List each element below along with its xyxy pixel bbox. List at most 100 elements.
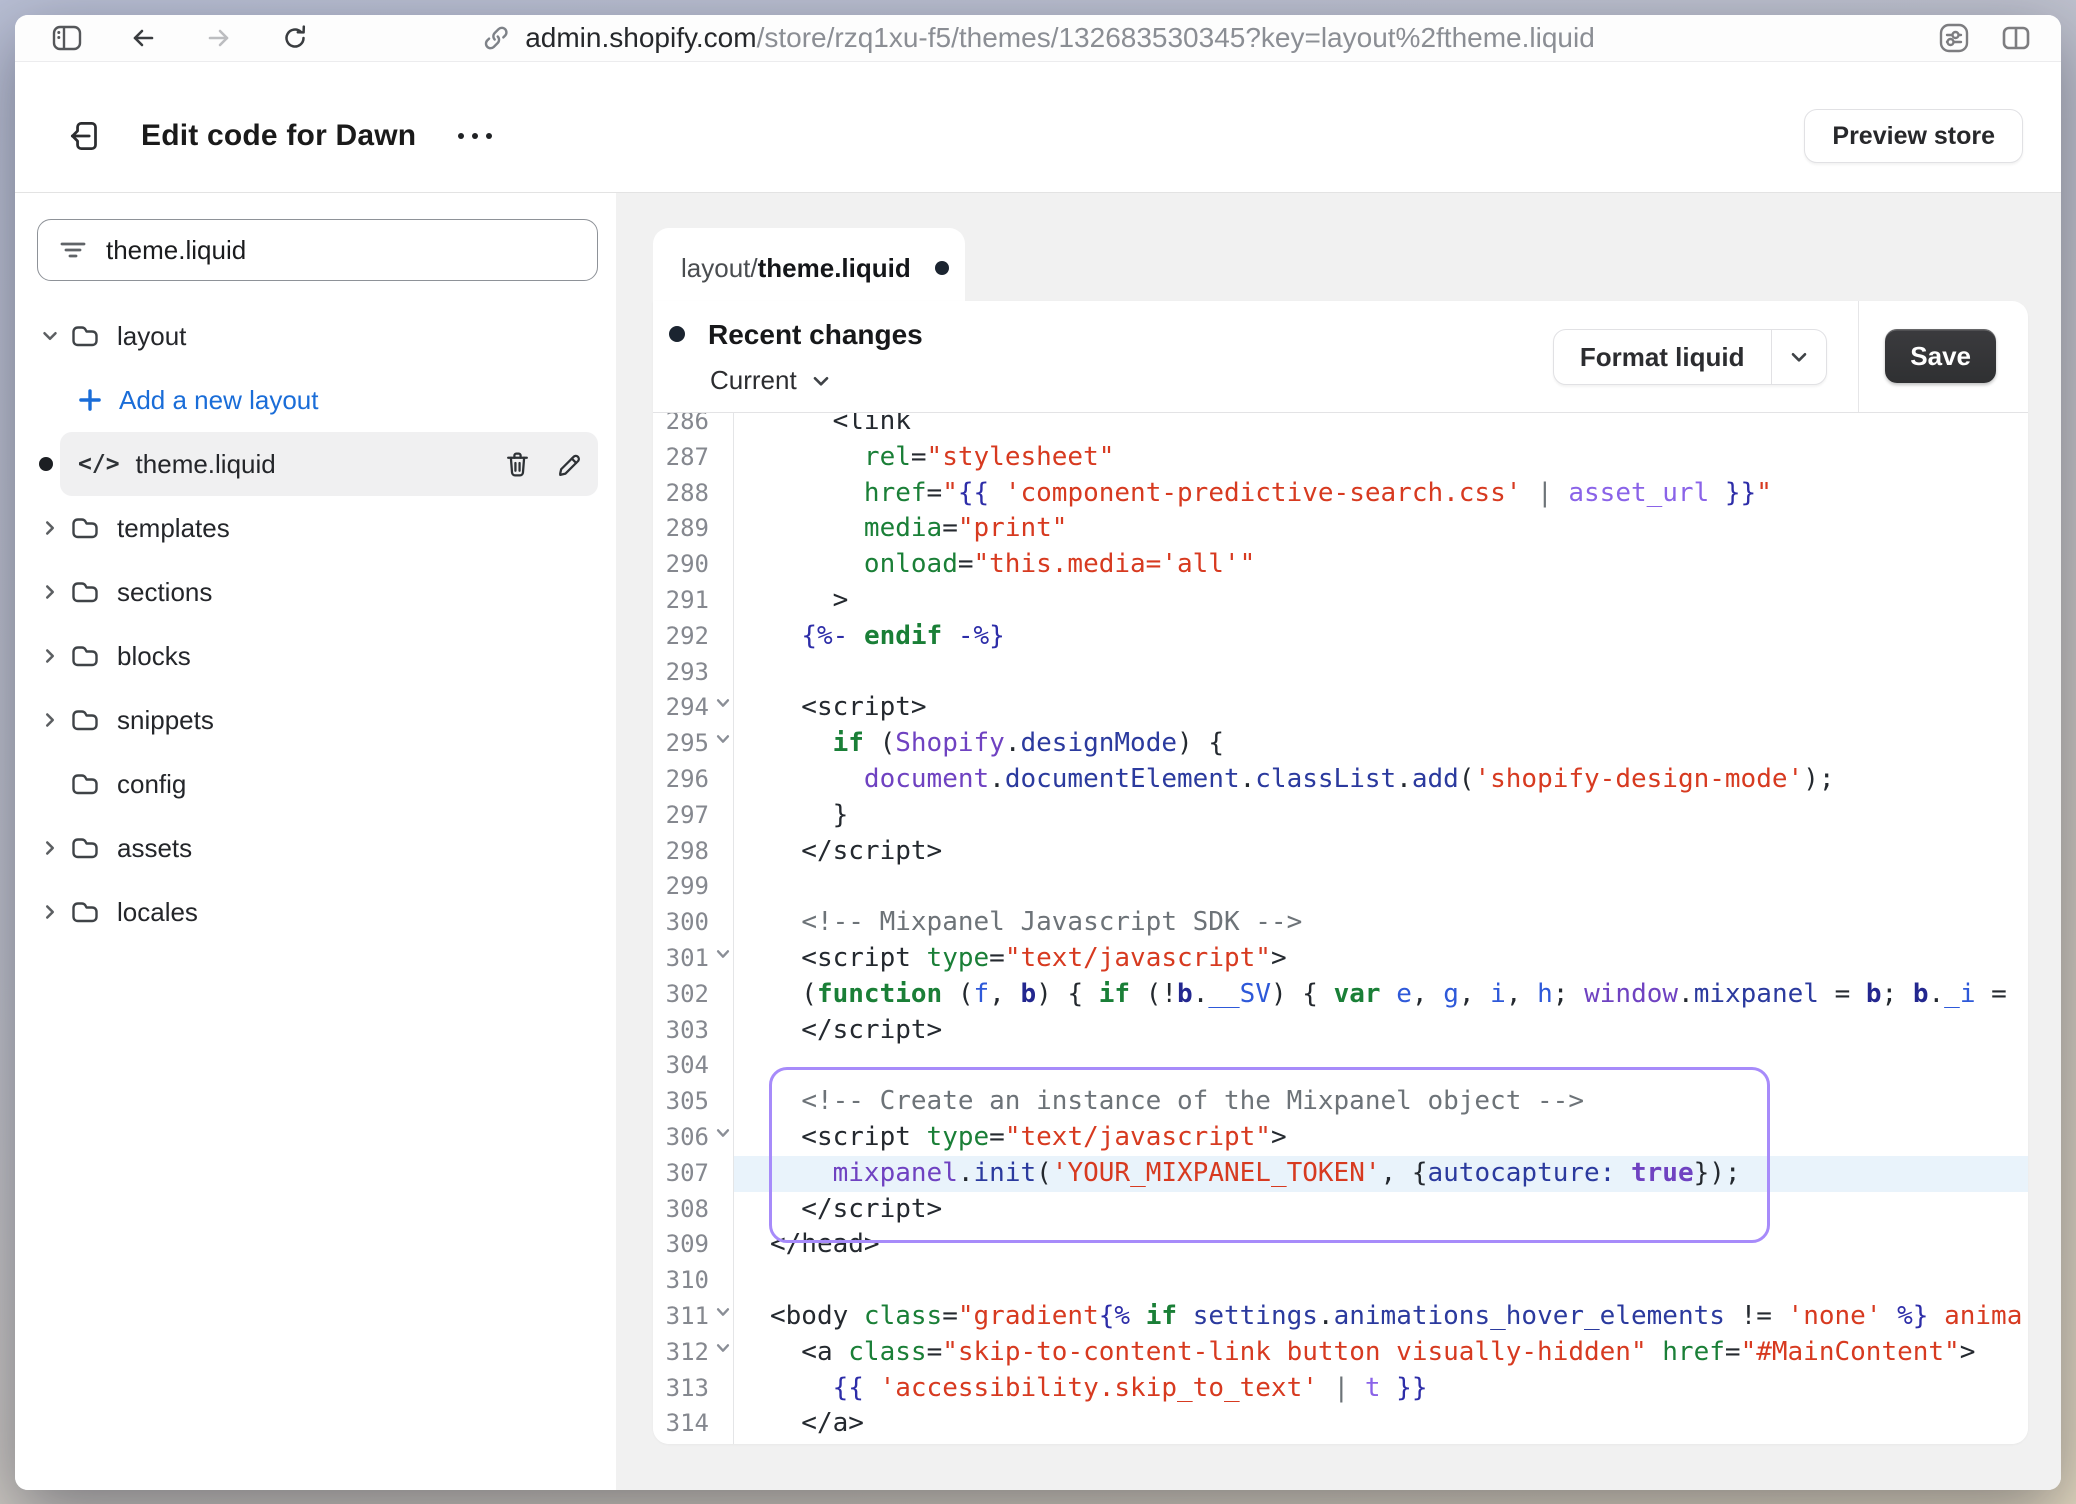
code-line-content[interactable]: (function (f, b) { if (!b.__SV) { var e,… — [733, 977, 2028, 1013]
code-line-295: 295 if (Shopify.designMode) { — [653, 726, 2028, 762]
code-line-content[interactable]: </script> — [733, 1013, 2028, 1049]
code-line-291: 291 > — [653, 583, 2028, 619]
sidebar-item-config[interactable]: config — [15, 752, 616, 816]
code-line-content[interactable]: <body class="gradient{% if settings.anim… — [733, 1299, 2028, 1335]
address-bar[interactable]: admin.shopify.com/store/rzq1xu-f5/themes… — [481, 15, 1595, 61]
code-line-content[interactable]: if (Shopify.designMode) { — [733, 726, 2028, 762]
forward-icon[interactable] — [203, 22, 235, 54]
url-text: admin.shopify.com/store/rzq1xu-f5/themes… — [525, 22, 1595, 54]
line-number: 304 — [666, 1048, 709, 1084]
code-line-314: 314 </a> — [653, 1406, 2028, 1442]
code-line-content[interactable]: </a> — [733, 1406, 2028, 1442]
line-number: 289 — [666, 511, 709, 547]
delete-icon[interactable] — [502, 449, 533, 480]
line-number: 308 — [666, 1192, 709, 1228]
fold-toggle-icon[interactable] — [712, 1339, 734, 1357]
changes-indicator-dot — [669, 326, 685, 342]
code-line-content[interactable] — [733, 655, 2028, 691]
code-line-288: 288 href="{{ 'component-predictive-searc… — [653, 476, 2028, 512]
fold-toggle-icon[interactable] — [712, 730, 734, 748]
code-line-content[interactable] — [733, 1263, 2028, 1299]
file-filter-input[interactable] — [104, 234, 548, 267]
code-line-content[interactable]: <script type="text/javascript"> — [733, 1120, 2028, 1156]
plus-icon — [77, 387, 103, 413]
code-line-content[interactable]: {{ 'accessibility.skip_to_text' | t }} — [733, 1371, 2028, 1407]
back-icon[interactable] — [127, 22, 159, 54]
folder-icon — [69, 768, 101, 800]
sidebar-item-sections[interactable]: sections — [15, 560, 616, 624]
version-selector[interactable]: Current — [710, 365, 833, 396]
code-line-content[interactable]: rel="stylesheet" — [733, 440, 2028, 476]
code-editor[interactable]: 286 <link287 rel="stylesheet"288 href="{… — [653, 413, 2028, 1444]
code-line-298: 298 </script> — [653, 834, 2028, 870]
browser-toolbar: admin.shopify.com/store/rzq1xu-f5/themes… — [15, 15, 2061, 62]
code-line-content[interactable]: href="{{ 'component-predictive-search.cs… — [733, 476, 2028, 512]
code-line-content[interactable]: {%- endif -%} — [733, 619, 2028, 655]
code-line-content[interactable]: </script> — [733, 834, 2028, 870]
exit-icon[interactable] — [67, 117, 105, 155]
code-line-content[interactable]: mixpanel.init('YOUR_MIXPANEL_TOKEN', {au… — [733, 1156, 2028, 1192]
file-filter-box[interactable] — [37, 219, 598, 281]
code-line-296: 296 document.documentElement.classList.a… — [653, 762, 2028, 798]
code-line-content[interactable]: </script> — [733, 1192, 2028, 1228]
code-line-content[interactable]: </head> — [733, 1227, 2028, 1263]
chevron-down-icon — [1787, 345, 1811, 369]
tab-theme-liquid[interactable]: layout/theme.liquid — [653, 228, 965, 308]
split-view-icon[interactable] — [1999, 21, 2033, 55]
browser-window: admin.shopify.com/store/rzq1xu-f5/themes… — [15, 15, 2061, 1490]
current-file-dot — [39, 457, 53, 471]
file-item-theme-liquid[interactable]: </> theme.liquid — [60, 432, 598, 496]
action-add-a-new-layout[interactable]: Add a new layout — [15, 368, 616, 432]
code-line-content[interactable]: <script type="text/javascript"> — [733, 941, 2028, 977]
sidebar-item-locales[interactable]: locales — [15, 880, 616, 944]
file-sidebar: layout Add a new layout</> theme.liquid … — [15, 193, 616, 1490]
code-line-content[interactable]: <script> — [733, 690, 2028, 726]
code-line-content[interactable]: document.documentElement.classList.add('… — [733, 762, 2028, 798]
folder-label: assets — [117, 833, 192, 864]
code-line-content[interactable]: <a class="skip-to-content-link button vi… — [733, 1335, 2028, 1371]
link-icon — [481, 23, 511, 53]
save-button[interactable]: Save — [1885, 329, 1996, 383]
code-line-content[interactable]: <link — [733, 413, 2028, 440]
code-line-content[interactable]: <!-- Create an instance of the Mixpanel … — [733, 1084, 2028, 1120]
preview-store-button[interactable]: Preview store — [1804, 109, 2023, 163]
reload-icon[interactable] — [279, 22, 311, 54]
code-line-289: 289 media="print" — [653, 511, 2028, 547]
sidebar-toggle-icon[interactable] — [51, 22, 83, 54]
editor-pane: layout/theme.liquid Recent changes Curre… — [616, 193, 2061, 1490]
fold-toggle-icon[interactable] — [712, 1303, 734, 1321]
code-line-313: 313 {{ 'accessibility.skip_to_text' | t … — [653, 1371, 2028, 1407]
line-number: 313 — [666, 1371, 709, 1407]
sidebar-item-layout[interactable]: layout — [15, 304, 616, 368]
sidebar-item-snippets[interactable]: snippets — [15, 688, 616, 752]
code-lines: 286 <link287 rel="stylesheet"288 href="{… — [653, 413, 2028, 1442]
extensions-icon[interactable] — [1937, 21, 1971, 55]
rename-icon[interactable] — [553, 449, 584, 480]
folder-label: snippets — [117, 705, 214, 736]
code-line-content[interactable]: } — [733, 798, 2028, 834]
sidebar-item-templates[interactable]: templates — [15, 496, 616, 560]
code-line-content[interactable]: <!-- Mixpanel Javascript SDK --> — [733, 905, 2028, 941]
code-line-content[interactable]: onload="this.media='all'" — [733, 547, 2028, 583]
code-line-content[interactable]: media="print" — [733, 511, 2028, 547]
fold-toggle-icon[interactable] — [712, 1124, 734, 1142]
format-liquid-button[interactable]: Format liquid — [1553, 329, 1827, 385]
code-line-304: 304 — [653, 1048, 2028, 1084]
code-line-287: 287 rel="stylesheet" — [653, 440, 2028, 476]
code-line-content[interactable] — [733, 869, 2028, 905]
code-line-content[interactable]: > — [733, 583, 2028, 619]
fold-toggle-icon[interactable] — [712, 945, 734, 963]
code-line-content[interactable] — [733, 1048, 2028, 1084]
code-line-293: 293 — [653, 655, 2028, 691]
code-line-290: 290 onload="this.media='all'" — [653, 547, 2028, 583]
code-line-307: 307 mixpanel.init('YOUR_MIXPANEL_TOKEN',… — [653, 1156, 2028, 1192]
line-number: 298 — [666, 834, 709, 870]
line-number: 303 — [666, 1013, 709, 1049]
sidebar-item-assets[interactable]: assets — [15, 816, 616, 880]
tab-label: layout/theme.liquid — [681, 253, 911, 284]
folder-icon — [69, 896, 101, 928]
format-options-chevron[interactable] — [1772, 330, 1826, 384]
fold-toggle-icon[interactable] — [712, 694, 734, 712]
more-actions-button[interactable] — [452, 123, 498, 149]
sidebar-item-blocks[interactable]: blocks — [15, 624, 616, 688]
